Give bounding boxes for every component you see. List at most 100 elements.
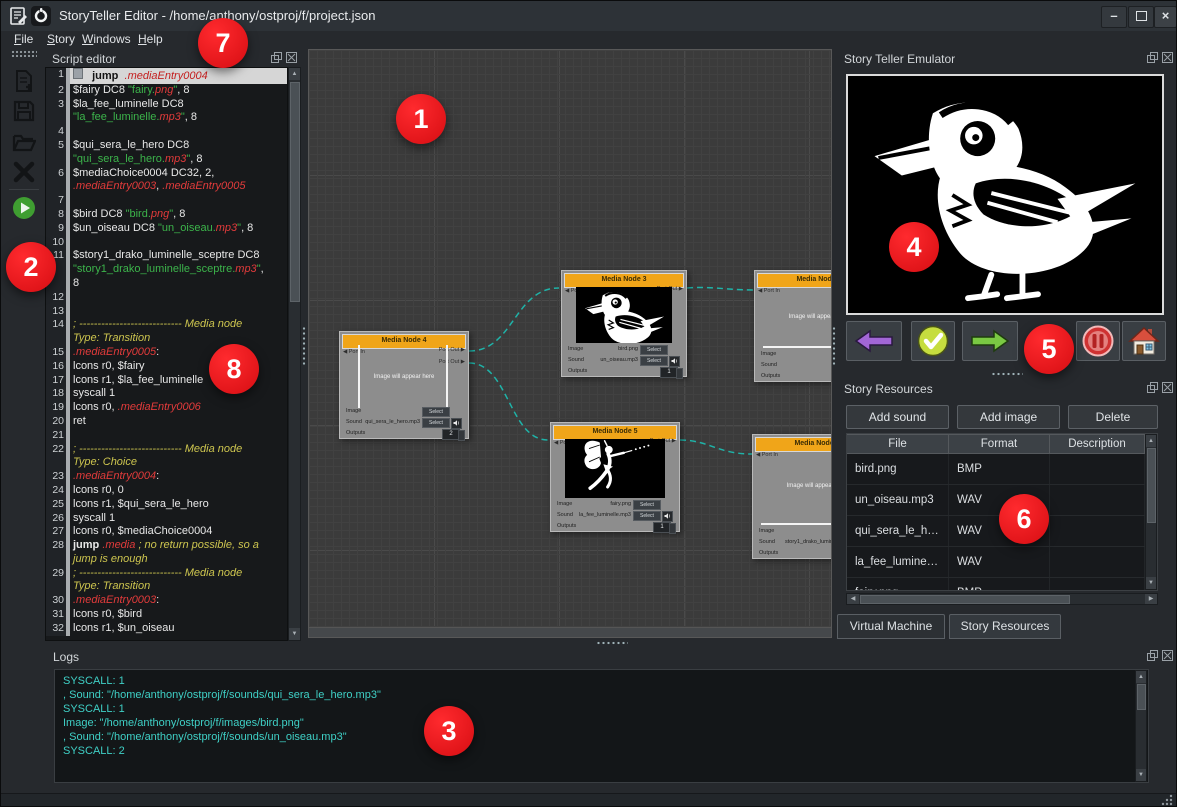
scroll-left-icon[interactable]: ◀ (847, 594, 859, 604)
scroll-up-icon[interactable]: ▲ (1146, 435, 1156, 447)
script-line[interactable]: 8$bird DC8 "bird.png", 8 (46, 208, 287, 222)
script-line[interactable]: 13 (46, 305, 287, 319)
run-story-button[interactable] (12, 196, 36, 220)
maximize-button[interactable] (1128, 6, 1154, 28)
emulator-back-button[interactable] (846, 321, 902, 361)
close-panel-icon[interactable] (1162, 52, 1173, 63)
port-in[interactable]: ◀ Port In (343, 349, 365, 355)
outputs-spinner[interactable]: 2 (442, 429, 460, 440)
float-panel-icon[interactable] (1147, 382, 1158, 393)
script-line[interactable]: 9$un_oiseau DC8 "un_oiseau.mp3", 8 (46, 222, 287, 236)
emulator-ok-button[interactable] (911, 321, 955, 361)
script-line[interactable]: 32lcons r1, $un_oiseau (46, 622, 287, 636)
node-graph-canvas[interactable]: Media Node 4◀ Port InPort Out ▶Port Out … (308, 49, 832, 638)
toolbar-grip[interactable] (11, 50, 37, 57)
column-header-file[interactable]: File (847, 434, 949, 454)
media-node[interactable]: Media Node 6◀ Port InImage will appear h… (752, 434, 832, 559)
splitter-right[interactable] (832, 326, 836, 366)
close-panel-icon[interactable] (1162, 382, 1173, 393)
canvas-hscrollbar[interactable] (309, 627, 831, 637)
node-title[interactable]: Media Node 6 (755, 437, 832, 452)
play-sound-icon[interactable] (451, 418, 462, 429)
select-image-button[interactable]: Select (640, 345, 668, 355)
close-panel-icon[interactable] (1162, 650, 1173, 661)
script-line[interactable]: 27lcons r0, $mediaChoice0004 (46, 525, 287, 539)
select-image-button[interactable]: Select (422, 407, 450, 417)
menu-file[interactable]: File (14, 32, 33, 46)
script-line[interactable]: 14; ---------------------------- Media n… (46, 318, 287, 346)
add-sound-button[interactable]: Add sound (846, 405, 949, 429)
outputs-spinner[interactable]: 1 (660, 367, 678, 378)
script-line[interactable]: 6$mediaChoice0004 DC32, 2, .mediaEntry00… (46, 167, 287, 195)
script-line[interactable]: 2$fairy DC8 "fairy.png", 8 (46, 84, 287, 98)
splitter-emulator[interactable] (991, 372, 1023, 376)
scroll-right-icon[interactable]: ▶ (1145, 594, 1157, 604)
script-line[interactable]: 3$la_fee_luminelle DC8 "la_fee_luminelle… (46, 98, 287, 126)
emulator-pause-button[interactable] (1076, 321, 1120, 361)
table-hscrollbar[interactable]: ◀ ▶ (846, 593, 1158, 605)
float-panel-icon[interactable] (271, 52, 282, 63)
minimize-button[interactable]: – (1101, 6, 1127, 28)
script-line[interactable]: 29; ---------------------------- Media n… (46, 567, 287, 595)
menu-windows[interactable]: Windows (82, 32, 131, 46)
select-sound-button[interactable]: Select (633, 511, 661, 521)
script-line[interactable]: 30.mediaEntry0003: (46, 594, 287, 608)
column-header-format[interactable]: Format (949, 434, 1050, 454)
close-button[interactable]: × (1154, 6, 1177, 28)
save-button[interactable] (12, 99, 36, 123)
table-row[interactable]: bird.pngBMP (847, 454, 1157, 485)
script-line[interactable]: 20ret (46, 415, 287, 429)
splitter-left[interactable] (302, 326, 306, 366)
script-line[interactable]: 31lcons r0, $bird (46, 608, 287, 622)
media-node[interactable]: Media Node 2◀ Port InImage will appear h… (754, 270, 832, 382)
scroll-down-icon[interactable]: ▼ (1146, 577, 1156, 589)
script-line[interactable]: 24lcons r0, 0 (46, 484, 287, 498)
logs-output[interactable]: SYSCALL: 1, Sound: "/home/anthony/ostpro… (54, 669, 1149, 783)
tab-story-resources[interactable]: Story Resources (949, 614, 1061, 639)
play-sound-icon[interactable] (669, 356, 680, 367)
close-project-button[interactable] (12, 160, 36, 184)
script-line[interactable]: 23.mediaEntry0004: (46, 470, 287, 484)
open-project-button[interactable] (12, 130, 36, 154)
script-line[interactable]: 10 (46, 236, 287, 250)
script-line[interactable]: 19lcons r0, .mediaEntry0006 (46, 401, 287, 415)
script-line[interactable]: 25lcons r1, $qui_sera_le_hero (46, 498, 287, 512)
resize-grip-icon[interactable] (1159, 794, 1173, 807)
port-out[interactable]: Port Out ▶ (439, 347, 465, 353)
script-line[interactable]: 12 (46, 291, 287, 305)
script-line[interactable]: 1 jump .mediaEntry0004 (46, 68, 287, 84)
scroll-up-icon[interactable]: ▲ (289, 68, 300, 80)
tab-virtual-machine[interactable]: Virtual Machine (837, 614, 945, 639)
node-title[interactable]: Media Node 2 (757, 273, 832, 288)
script-line[interactable]: 28jump .media ; no return possible, so a… (46, 539, 287, 567)
logs-scrollbar[interactable]: ▲ ▼ (1135, 670, 1147, 782)
emulator-home-button[interactable] (1122, 321, 1166, 361)
media-node[interactable]: Media Node 5◀ Port InPort Out ▶Imagefair… (550, 422, 680, 532)
script-line[interactable]: 18syscall 1 (46, 387, 287, 401)
splitter-bottom[interactable] (596, 641, 628, 645)
close-panel-icon[interactable] (286, 52, 297, 63)
port-in[interactable]: ◀ Port In (758, 288, 780, 294)
emulator-forward-button[interactable] (962, 321, 1018, 361)
float-panel-icon[interactable] (1147, 650, 1158, 661)
menu-story[interactable]: Story (47, 32, 75, 46)
column-header-description[interactable]: Description (1050, 434, 1145, 454)
script-line[interactable]: 7 (46, 194, 287, 208)
script-line[interactable]: 4 (46, 125, 287, 139)
media-node[interactable]: Media Node 3◀ Port InPort Out ▶Imagebird… (561, 270, 687, 377)
select-image-button[interactable]: Select (633, 500, 661, 510)
script-line[interactable]: 11$story1_drako_luminelle_sceptre DC8 "s… (46, 249, 287, 290)
script-editor-scrollbar[interactable]: ▲ ▼ (288, 67, 301, 641)
select-sound-button[interactable]: Select (422, 418, 450, 428)
scroll-up-icon[interactable]: ▲ (1136, 671, 1146, 683)
script-line[interactable]: 5$qui_sera_le_hero DC8 "qui_sera_le_hero… (46, 139, 287, 167)
new-file-button[interactable] (12, 69, 36, 93)
table-row[interactable]: fairy.pngBMP (847, 578, 1157, 591)
select-sound-button[interactable]: Select (640, 356, 668, 366)
delete-button[interactable]: Delete (1068, 405, 1158, 429)
play-sound-icon[interactable] (662, 511, 673, 522)
add-image-button[interactable]: Add image (957, 405, 1060, 429)
scroll-down-icon[interactable]: ▼ (1136, 769, 1146, 781)
script-line[interactable]: 26syscall 1 (46, 512, 287, 526)
port-out[interactable]: Port Out ▶ (439, 359, 465, 365)
